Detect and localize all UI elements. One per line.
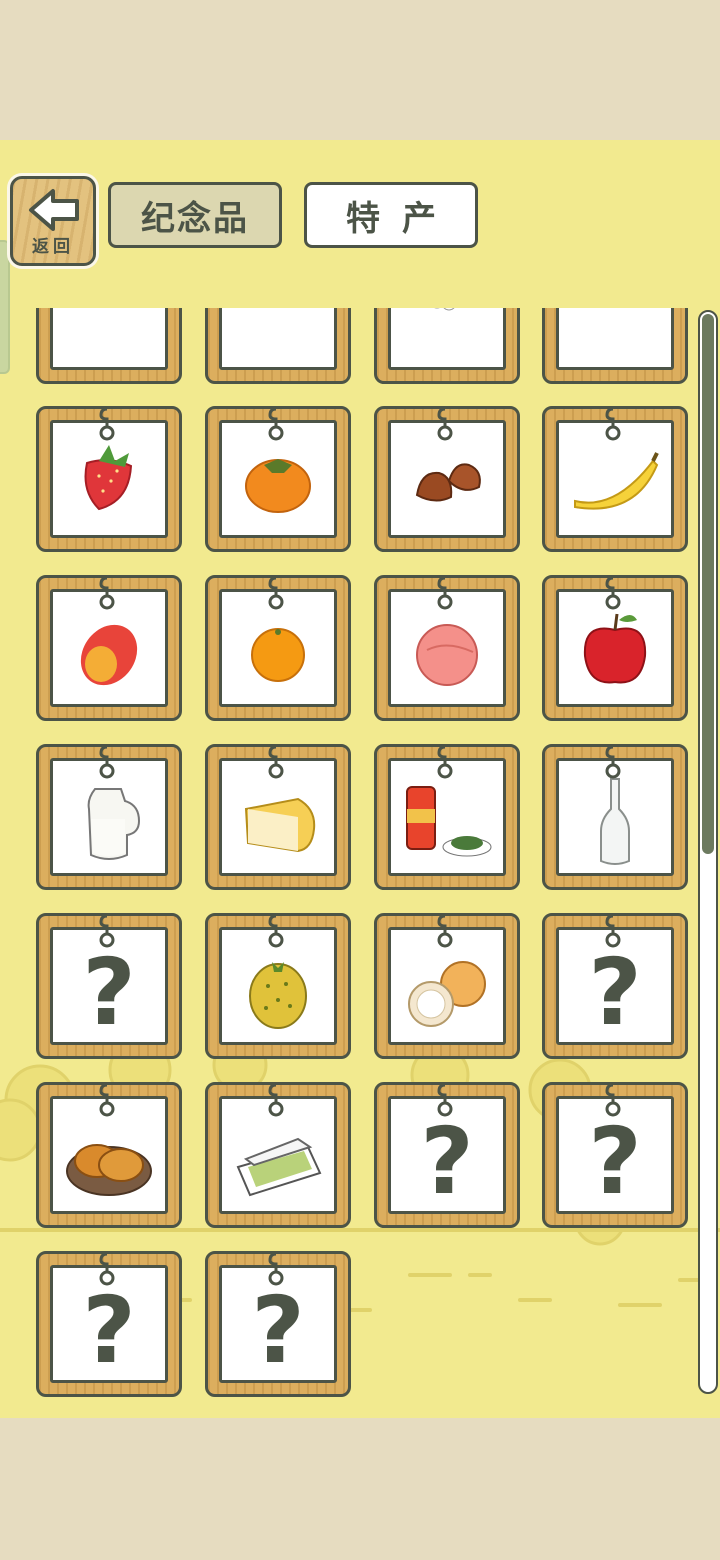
svg-text:?: ?	[251, 1277, 304, 1376]
hook-icon	[268, 407, 284, 441]
item-card[interactable]	[36, 1082, 182, 1228]
scrollbar[interactable]	[698, 310, 718, 1394]
question-mark-icon: ?	[420, 1108, 473, 1207]
scrollbar-thumb[interactable]	[702, 314, 714, 854]
question-mark-icon: ?	[588, 1108, 641, 1207]
tab-souvenirs[interactable]: 纪念品	[108, 182, 282, 248]
hook-icon	[268, 576, 284, 610]
hook-icon	[99, 576, 115, 610]
hook-icon	[605, 407, 621, 441]
hook-icon	[605, 914, 621, 948]
hook-icon	[99, 745, 115, 779]
mandarin-orange-icon	[251, 628, 305, 682]
item-card[interactable]	[205, 913, 351, 1059]
locked-item-card[interactable]: ?	[542, 913, 688, 1059]
hook-icon	[268, 914, 284, 948]
onion-icon	[59, 308, 159, 363]
apple-icon	[583, 613, 647, 684]
svg-text:?: ?	[82, 1277, 135, 1376]
hook-icon	[99, 1252, 115, 1286]
back-label: 返回	[32, 237, 74, 257]
item-card[interactable]	[542, 406, 688, 552]
hook-icon	[268, 1083, 284, 1117]
green-onion-icon	[434, 308, 455, 311]
item-card[interactable]	[36, 575, 182, 721]
item-card[interactable]	[36, 308, 182, 384]
item-card[interactable]	[542, 744, 688, 890]
mango-icon	[80, 624, 138, 686]
hook-icon	[605, 576, 621, 610]
hook-icon	[437, 914, 453, 948]
milk-jug-icon	[87, 788, 141, 860]
hook-icon	[437, 745, 453, 779]
svg-text:?: ?	[588, 939, 641, 1038]
item-card[interactable]	[36, 744, 182, 890]
item-card[interactable]	[542, 575, 688, 721]
hook-icon	[268, 1252, 284, 1286]
hook-icon	[268, 745, 284, 779]
hook-icon	[605, 1083, 621, 1117]
item-grid: ??????	[0, 308, 700, 1418]
locked-item-card[interactable]: ?	[374, 1082, 520, 1228]
chili-pepper-icon	[565, 308, 665, 363]
bento-box-icon	[236, 1137, 322, 1197]
glass-bottle-icon	[600, 778, 630, 865]
locked-item-card[interactable]: ?	[205, 1251, 351, 1397]
tab-specialties[interactable]: 特产	[304, 182, 478, 248]
peach-icon	[416, 624, 478, 686]
back-button[interactable]: 返回	[10, 176, 96, 266]
question-mark-icon: ?	[82, 1277, 135, 1376]
arrow-left-icon	[29, 189, 79, 231]
svg-text:?: ?	[420, 1108, 473, 1207]
strawberry-icon	[84, 445, 133, 511]
locked-item-card[interactable]: ?	[542, 1082, 688, 1228]
item-card[interactable]	[542, 308, 688, 384]
question-mark-icon: ?	[588, 939, 641, 1038]
hook-icon	[99, 1083, 115, 1117]
item-card[interactable]	[205, 1082, 351, 1228]
question-mark-icon: ?	[82, 939, 135, 1038]
bun-plate-icon	[66, 1144, 152, 1196]
item-card[interactable]	[374, 308, 520, 384]
item-card[interactable]	[374, 744, 520, 890]
item-card[interactable]	[36, 406, 182, 552]
hook-icon	[437, 1083, 453, 1117]
coconut-icon	[408, 961, 486, 1027]
persimmon-icon	[245, 459, 311, 513]
svg-text:?: ?	[588, 1108, 641, 1207]
item-card[interactable]	[374, 406, 520, 552]
item-card[interactable]	[205, 406, 351, 552]
cheese-icon	[244, 797, 316, 853]
banana-icon	[574, 452, 659, 510]
garlic-icon	[228, 308, 328, 363]
svg-text:?: ?	[82, 939, 135, 1038]
hook-icon	[437, 576, 453, 610]
hook-icon	[99, 914, 115, 948]
question-mark-icon: ?	[251, 1277, 304, 1376]
hook-icon	[437, 407, 453, 441]
hook-icon	[99, 407, 115, 441]
kiwano-icon	[249, 962, 307, 1029]
item-card[interactable]	[205, 744, 351, 890]
tea-can-icon	[406, 786, 492, 857]
locked-item-card[interactable]: ?	[36, 913, 182, 1059]
item-card[interactable]	[374, 913, 520, 1059]
hook-icon	[605, 745, 621, 779]
locked-item-card[interactable]: ?	[36, 1251, 182, 1397]
item-card[interactable]	[205, 308, 351, 384]
item-card[interactable]	[205, 575, 351, 721]
item-card[interactable]	[374, 575, 520, 721]
chestnut-icon	[415, 463, 481, 502]
